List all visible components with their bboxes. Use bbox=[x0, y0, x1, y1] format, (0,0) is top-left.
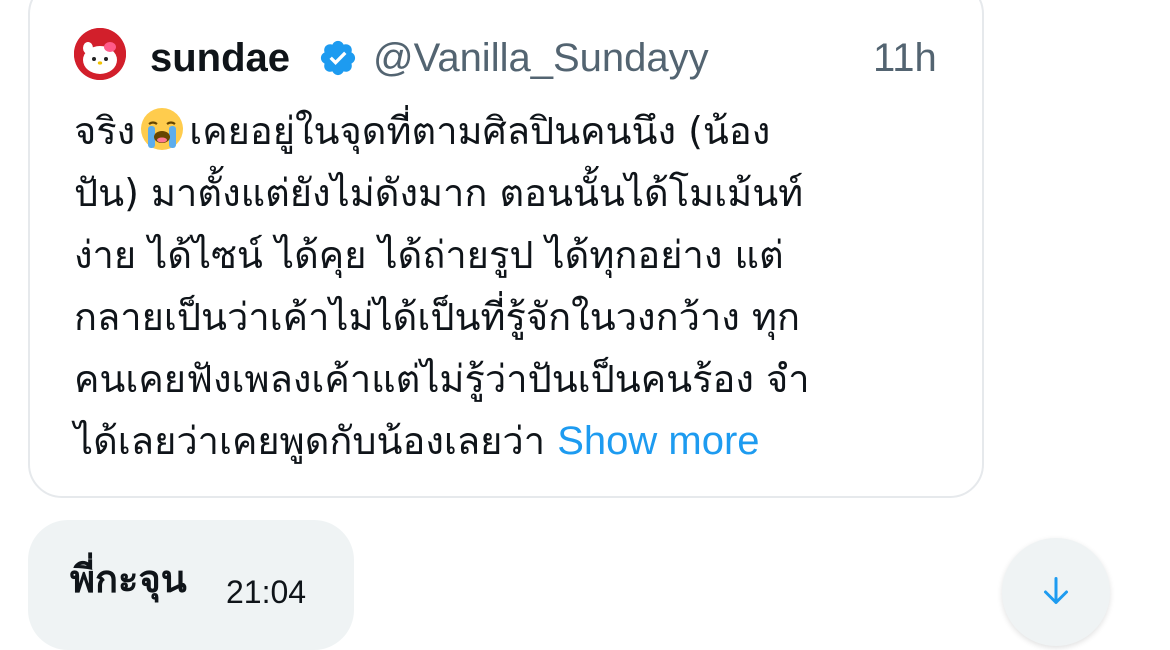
verified-badge-icon bbox=[318, 38, 358, 78]
tweet-line-1: จริง เคยอยู่ในจุดที่ตามศิลปินคนนึง (น้อง bbox=[74, 100, 954, 162]
display-name[interactable]: sundae bbox=[150, 34, 290, 82]
tweet-line-6: ได้เลยว่าเคยพูดกับน้องเลยว่า Show more bbox=[74, 410, 954, 472]
tweet-line-2: ปัน) มาตั้งแต่ยังไม่ดังมาก ตอนนั้นได้โมเ… bbox=[74, 171, 804, 215]
tweet-text: จริง เคยอยู่ในจุดที่ตามศิลปินคนนึง (น้อง… bbox=[74, 100, 954, 472]
show-more-link[interactable]: Show more bbox=[557, 419, 759, 463]
tweet-text-segment: เคยอยู่ในจุดที่ตามศิลปินคนนึง (น้อง bbox=[189, 109, 771, 153]
tweet-line-4: กลายเป็นว่าเค้าไม่ได้เป็นที่รู้จักในวงกว… bbox=[74, 295, 800, 339]
message-text: พี่กะจุน bbox=[70, 557, 187, 601]
tweet-timestamp[interactable]: 11h bbox=[873, 34, 937, 82]
arrow-down-icon bbox=[1044, 577, 1068, 604]
tweet-line-5: คนเคยฟังเพลงเค้าแต่ไม่รู้ว่าปันเป็นคนร้อ… bbox=[74, 357, 810, 401]
tweet-text-segment: ได้เลยว่าเคยพูดกับน้องเลยว่า bbox=[74, 419, 546, 463]
hello-kitty-avatar-icon[interactable] bbox=[74, 28, 126, 80]
message-time: 21:04 bbox=[226, 574, 307, 610]
tweet-text-segment: จริง bbox=[74, 109, 136, 153]
scroll-to-bottom-button[interactable] bbox=[1002, 538, 1110, 646]
tweet-line-3: ง่าย ได้ไซน์ ได้คุย ได้ถ่ายรูป ได้ทุกอย่… bbox=[74, 233, 784, 277]
loudly-crying-face-emoji bbox=[139, 106, 185, 152]
user-handle[interactable]: @Vanilla_Sundayy bbox=[373, 34, 709, 82]
